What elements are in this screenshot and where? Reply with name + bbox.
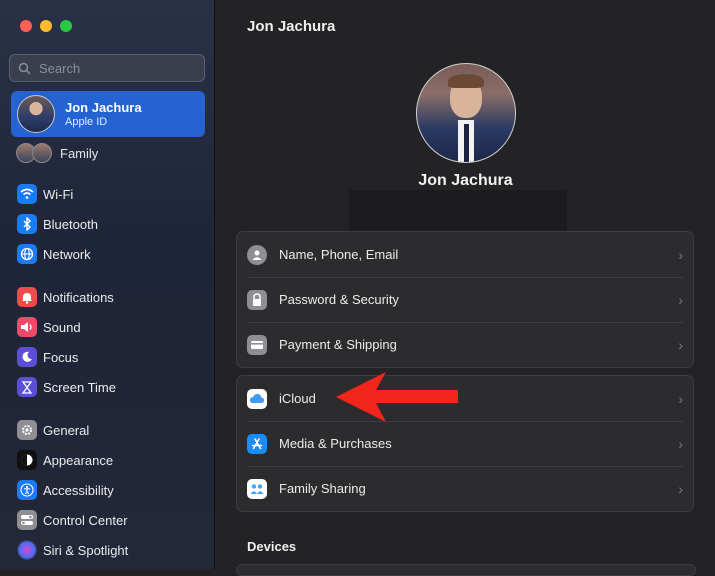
sidebar-item-siri-spotlight[interactable]: Siri & Spotlight	[17, 540, 128, 560]
appearance-icon	[17, 450, 37, 470]
gear-icon	[17, 420, 37, 440]
profile-avatar[interactable]	[416, 63, 516, 163]
sidebar-item-notifications[interactable]: Notifications	[17, 287, 114, 307]
sidebar-item-label: Screen Time	[43, 379, 116, 395]
globe-icon	[17, 244, 37, 264]
moon-icon	[17, 347, 37, 367]
search-field[interactable]	[9, 54, 205, 82]
sidebar: Jon Jachura Apple ID Family Wi-Fi Blueto…	[0, 0, 215, 569]
person-icon	[247, 244, 267, 265]
sidebar-item-wifi[interactable]: Wi-Fi	[17, 184, 73, 204]
services-group: iCloud › Media & Purchases › Family Shar…	[236, 375, 694, 512]
icloud-icon	[247, 388, 267, 409]
chevron-right-icon: ›	[678, 336, 683, 353]
sidebar-item-appearance[interactable]: Appearance	[17, 450, 113, 470]
bluetooth-icon	[17, 214, 37, 234]
row-label: Payment & Shipping	[279, 337, 397, 352]
sidebar-item-label: Focus	[43, 349, 79, 365]
chevron-right-icon: ›	[678, 246, 683, 263]
profile-name: Jon Jachura	[418, 172, 513, 189]
sidebar-item-label: Wi-Fi	[43, 186, 74, 202]
main-content: Jon Jachura Jon Jachura Name, Phone, Ema…	[216, 0, 715, 576]
sidebar-item-label: Sound	[43, 319, 81, 335]
family-sharing-icon	[247, 478, 267, 499]
chevron-right-icon: ›	[678, 390, 683, 407]
hourglass-icon	[17, 377, 37, 397]
sidebar-item-label: Network	[43, 246, 91, 262]
accessibility-icon	[17, 480, 37, 500]
avatar	[17, 95, 55, 133]
sidebar-item-label: Family	[60, 145, 99, 161]
sidebar-item-sound[interactable]: Sound	[17, 317, 81, 337]
sidebar-item-accessibility[interactable]: Accessibility	[17, 480, 114, 500]
lock-icon	[247, 289, 267, 310]
sidebar-item-label: Control Center	[43, 512, 128, 528]
row-payment-shipping[interactable]: Payment & Shipping ›	[237, 322, 693, 367]
control-center-icon	[17, 510, 37, 530]
account-name: Jon Jachura	[65, 100, 142, 115]
annotation-arrow	[336, 372, 458, 422]
sidebar-item-label: Siri & Spotlight	[43, 542, 129, 558]
search-input[interactable]	[37, 59, 201, 77]
row-label: Media & Purchases	[279, 436, 392, 451]
row-icloud[interactable]: iCloud ›	[237, 376, 693, 421]
devices-header: Devices	[247, 539, 297, 554]
sidebar-item-screen-time[interactable]: Screen Time	[17, 377, 116, 397]
row-name-phone-email[interactable]: Name, Phone, Email ›	[237, 232, 693, 277]
sidebar-item-label: Accessibility	[43, 482, 114, 498]
speaker-icon	[17, 317, 37, 337]
sidebar-item-control-center[interactable]: Control Center	[17, 510, 128, 530]
row-media-purchases[interactable]: Media & Purchases ›	[237, 421, 693, 466]
row-family-sharing[interactable]: Family Sharing ›	[237, 466, 693, 511]
row-label: Family Sharing	[279, 481, 366, 496]
sidebar-item-focus[interactable]: Focus	[17, 347, 78, 367]
sidebar-item-apple-id[interactable]: Jon Jachura Apple ID	[11, 91, 205, 137]
redacted-email	[349, 190, 567, 232]
devices-group	[236, 564, 696, 576]
sidebar-item-label: Bluetooth	[43, 216, 98, 232]
chevron-right-icon: ›	[678, 480, 683, 497]
siri-icon	[17, 540, 37, 560]
row-label: Password & Security	[279, 292, 399, 307]
close-window-button[interactable]	[20, 20, 32, 32]
bell-icon	[17, 287, 37, 307]
sidebar-item-label: General	[43, 422, 90, 438]
creditcard-icon	[247, 334, 267, 355]
family-avatar	[32, 143, 52, 163]
sidebar-item-label: Notifications	[43, 289, 114, 305]
sidebar-item-label: Appearance	[43, 452, 114, 468]
zoom-window-button[interactable]	[60, 20, 72, 32]
chevron-right-icon: ›	[678, 435, 683, 452]
sidebar-item-bluetooth[interactable]: Bluetooth	[17, 214, 98, 234]
search-icon	[18, 62, 31, 75]
sidebar-item-general[interactable]: General	[17, 420, 89, 440]
wifi-icon	[17, 184, 37, 204]
row-password-security[interactable]: Password & Security ›	[237, 277, 693, 322]
account-subtitle: Apple ID	[65, 116, 108, 128]
sidebar-item-network[interactable]: Network	[17, 244, 91, 264]
chevron-right-icon: ›	[678, 291, 683, 308]
sidebar-item-family[interactable]: Family	[16, 143, 98, 163]
appstore-icon	[247, 433, 267, 454]
minimize-window-button[interactable]	[40, 20, 52, 32]
account-settings-group: Name, Phone, Email › Password & Security…	[236, 231, 694, 368]
row-label: Name, Phone, Email	[279, 247, 399, 262]
window-controls	[20, 20, 72, 32]
page-title: Jon Jachura	[247, 18, 336, 35]
